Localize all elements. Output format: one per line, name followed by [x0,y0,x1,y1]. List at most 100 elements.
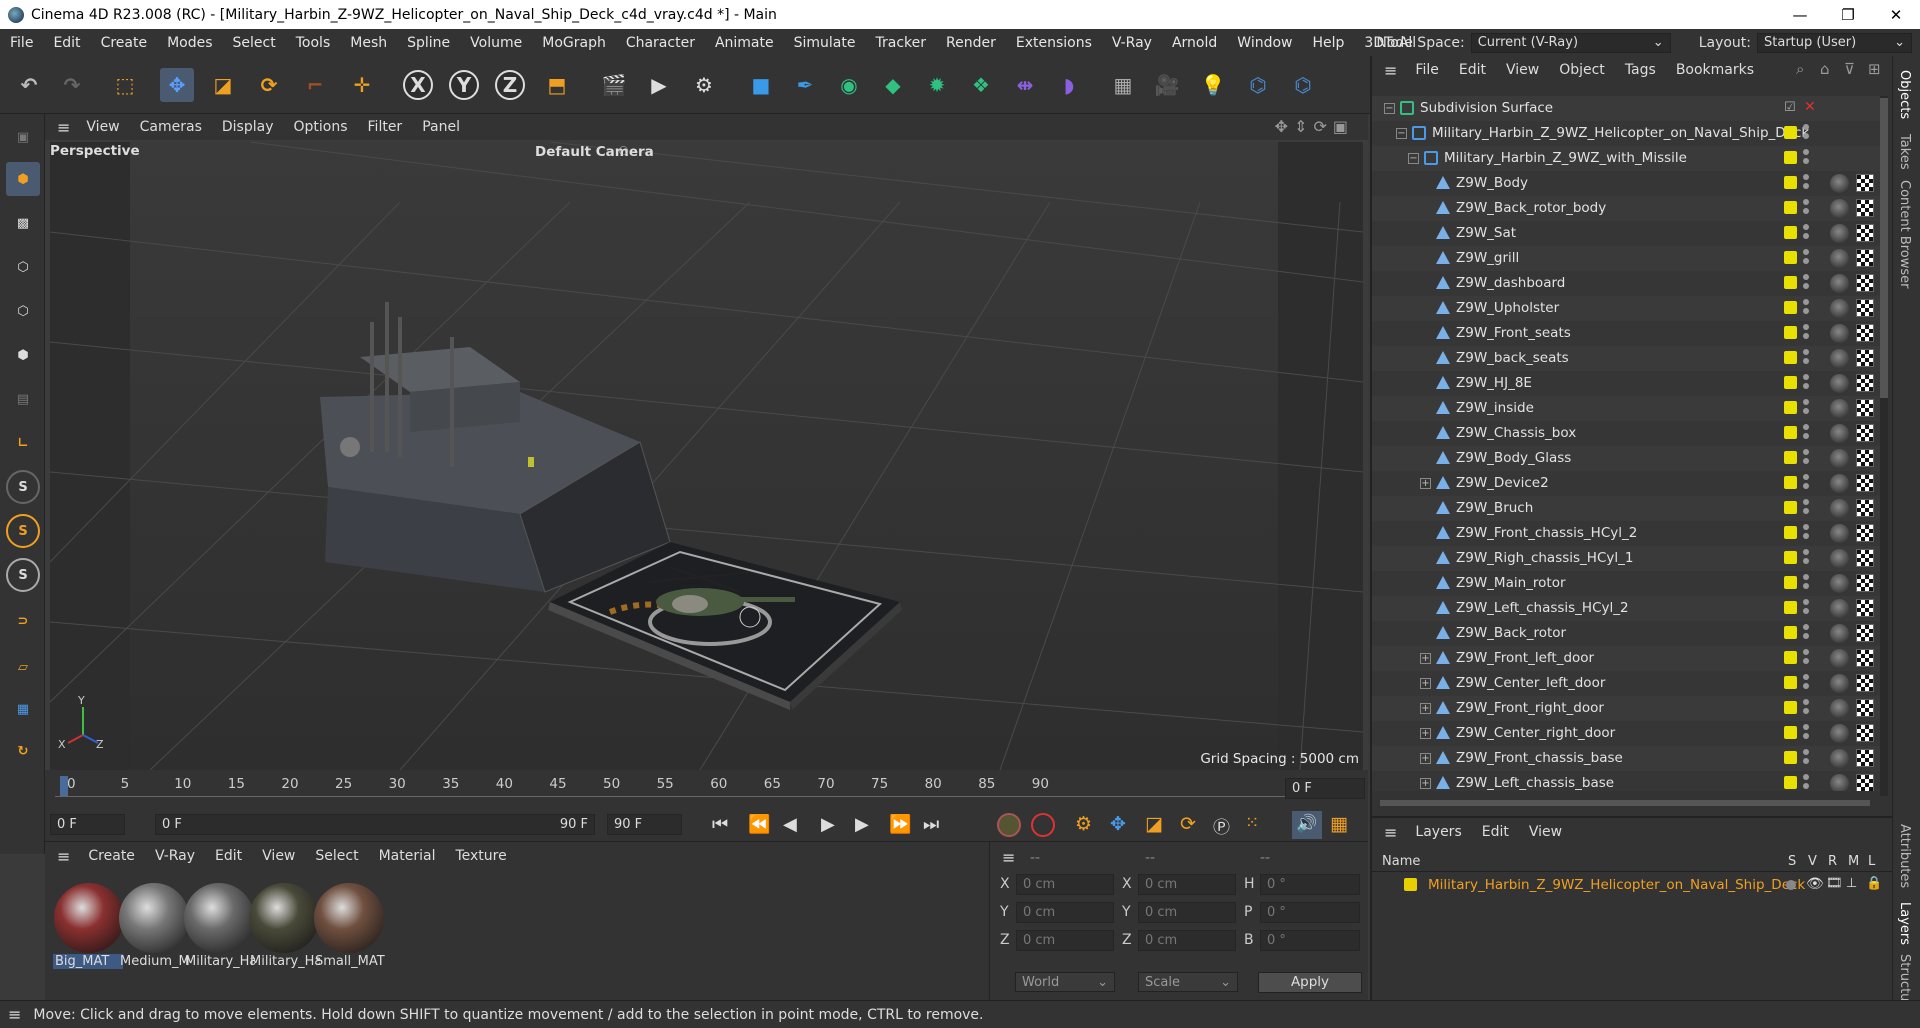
axis-mode-icon[interactable]: ∟ [6,426,40,460]
layer-color-swatch[interactable] [1784,676,1797,689]
material-tag-icon[interactable] [1830,674,1849,693]
visibility-dots-icon[interactable] [1803,449,1809,467]
next-frame-icon[interactable]: ▶ [855,814,869,835]
expand-toggle-icon[interactable]: − [1384,103,1395,114]
object-row[interactable]: Z9W_grill [1372,246,1882,271]
object-menu-tags[interactable]: Tags [1615,62,1666,78]
manager-icon[interactable]: ⊥ [1846,876,1857,891]
render-settings-icon[interactable]: ⚙ [687,68,721,102]
layer-color-swatch[interactable] [1784,526,1797,539]
viewport-nav-icons[interactable]: ✥⇕⟳▣ [1275,117,1354,136]
material-tag-icon[interactable] [1830,274,1849,293]
menu-arnold[interactable]: Arnold [1162,35,1227,51]
menu-select[interactable]: Select [223,35,286,51]
tab-attributes[interactable]: Attributes [1897,824,1912,888]
texture-tag-icon[interactable] [1856,724,1874,742]
layer-color-swatch[interactable] [1784,701,1797,714]
texture-tag-icon[interactable] [1856,174,1874,192]
menu-tracker[interactable]: Tracker [865,35,936,51]
tab-objects[interactable]: Objects [1897,70,1912,119]
python-generator-icon[interactable]: ⌬ [1286,68,1320,102]
record-icon[interactable] [997,813,1021,837]
object-menu-bookmarks[interactable]: Bookmarks [1666,62,1764,78]
timeline-window-icon[interactable]: ▦ [1330,813,1348,835]
hamburger-icon[interactable]: ≡ [8,1005,21,1024]
visibility-dots-icon[interactable] [1803,224,1809,242]
object-row[interactable]: + Z9W_Front_chassis_base [1372,746,1882,771]
visibility-dots-icon[interactable] [1803,199,1809,217]
key-position-icon[interactable]: ✥ [1110,813,1126,835]
material-tag-icon[interactable] [1830,524,1849,543]
tab-takes[interactable]: Takes [1897,134,1912,170]
object-row[interactable]: Z9W_Bruch [1372,496,1882,521]
texture-tag-icon[interactable] [1856,499,1874,517]
expand-toggle-icon[interactable]: + [1420,728,1431,739]
prev-frame-icon[interactable]: ◀ [783,814,797,835]
layer-color-swatch[interactable] [1784,501,1797,514]
array-icon[interactable]: ❖ [964,68,998,102]
viewport-menu-display[interactable]: Display [212,119,284,135]
texture-tag-icon[interactable] [1856,699,1874,717]
object-row[interactable]: Z9W_Body_Glass [1372,446,1882,471]
z-axis-lock-icon[interactable]: Z [495,70,525,100]
texture-tag-icon[interactable] [1856,624,1874,642]
rotate-tool-icon[interactable]: ⟳ [252,68,286,102]
python-script-icon[interactable]: ⌬ [1241,68,1275,102]
key-rotation-icon[interactable]: ⟳ [1180,813,1196,835]
hamburger-icon[interactable]: ≡ [57,118,70,137]
polygon-mode-icon[interactable]: ⬢ [6,338,40,372]
visibility-dots-icon[interactable] [1803,174,1809,192]
viewport-menu-cameras[interactable]: Cameras [130,119,212,135]
visibility-dots-icon[interactable] [1803,349,1809,367]
object-row[interactable]: − Military_Harbin_Z_9WZ_with_Missile [1372,146,1882,171]
material-tag-icon[interactable] [1830,749,1849,768]
menu-volume[interactable]: Volume [460,35,532,51]
layout-select[interactable]: Startup (User) ⌄ [1757,32,1912,53]
autokey-icon[interactable] [1031,813,1055,837]
viewport-menu-view[interactable]: View [76,119,129,135]
rotation-field[interactable]: 0 ° [1260,902,1360,923]
visibility-dots-icon[interactable] [1803,574,1809,592]
visibility-dots-icon[interactable] [1803,249,1809,267]
layer-color-swatch[interactable] [1784,201,1797,214]
layer-color-swatch[interactable] [1784,251,1797,264]
hamburger-icon[interactable]: ≡ [57,847,70,866]
menu-tools[interactable]: Tools [286,35,341,51]
object-row[interactable]: + Z9W_Center_left_door [1372,671,1882,696]
menu-v-ray[interactable]: V-Ray [1102,35,1162,51]
texture-tag-icon[interactable] [1856,249,1874,267]
key-scale-icon[interactable]: ◪ [1145,813,1163,835]
end-frame-field[interactable]: 90 F [607,814,682,835]
workplane-icon[interactable]: ▱ [6,650,40,684]
menu-simulate[interactable]: Simulate [784,35,866,51]
visibility-dots-icon[interactable] [1803,499,1809,517]
object-row[interactable]: Z9W_Body [1372,171,1882,196]
material-menu-select[interactable]: Select [305,848,368,864]
texture-tag-icon[interactable] [1856,599,1874,617]
layer-color-swatch[interactable] [1784,276,1797,289]
material-menu-material[interactable]: Material [369,848,446,864]
texture-tag-icon[interactable] [1856,574,1874,592]
layer-color-swatch[interactable] [1784,726,1797,739]
transform-icon[interactable]: ✛ [345,68,379,102]
menu-modes[interactable]: Modes [157,35,222,51]
layer-menu-edit[interactable]: Edit [1472,824,1519,840]
current-frame-field[interactable]: 0 F [1285,778,1365,799]
hamburger-icon[interactable]: ≡ [1002,848,1015,867]
object-row[interactable]: Z9W_Front_chassis_HCyl_2 [1372,521,1882,546]
layer-color-swatch[interactable] [1784,401,1797,414]
coordinate-system-icon[interactable]: ⬒ [540,68,574,102]
layer-row[interactable]: Military_Harbin_Z_9WZ_Helicopter_on_Nava… [1372,874,1892,896]
rotation-field[interactable]: 0 ° [1260,874,1360,895]
expand-toggle-icon[interactable]: + [1420,753,1431,764]
material-tag-icon[interactable] [1830,774,1849,791]
visibility-dots-icon[interactable] [1803,749,1809,767]
material-swatch[interactable]: Military_Ha [248,882,320,974]
start-frame-field[interactable]: 0 F [50,814,125,835]
object-row[interactable]: Z9W_Back_rotor [1372,621,1882,646]
visibility-dots-icon[interactable] [1803,274,1809,292]
material-tag-icon[interactable] [1830,499,1849,518]
menu-edit[interactable]: Edit [43,35,90,51]
object-row[interactable]: Z9W_dashboard [1372,271,1882,296]
visibility-dots-icon[interactable] [1803,699,1809,717]
